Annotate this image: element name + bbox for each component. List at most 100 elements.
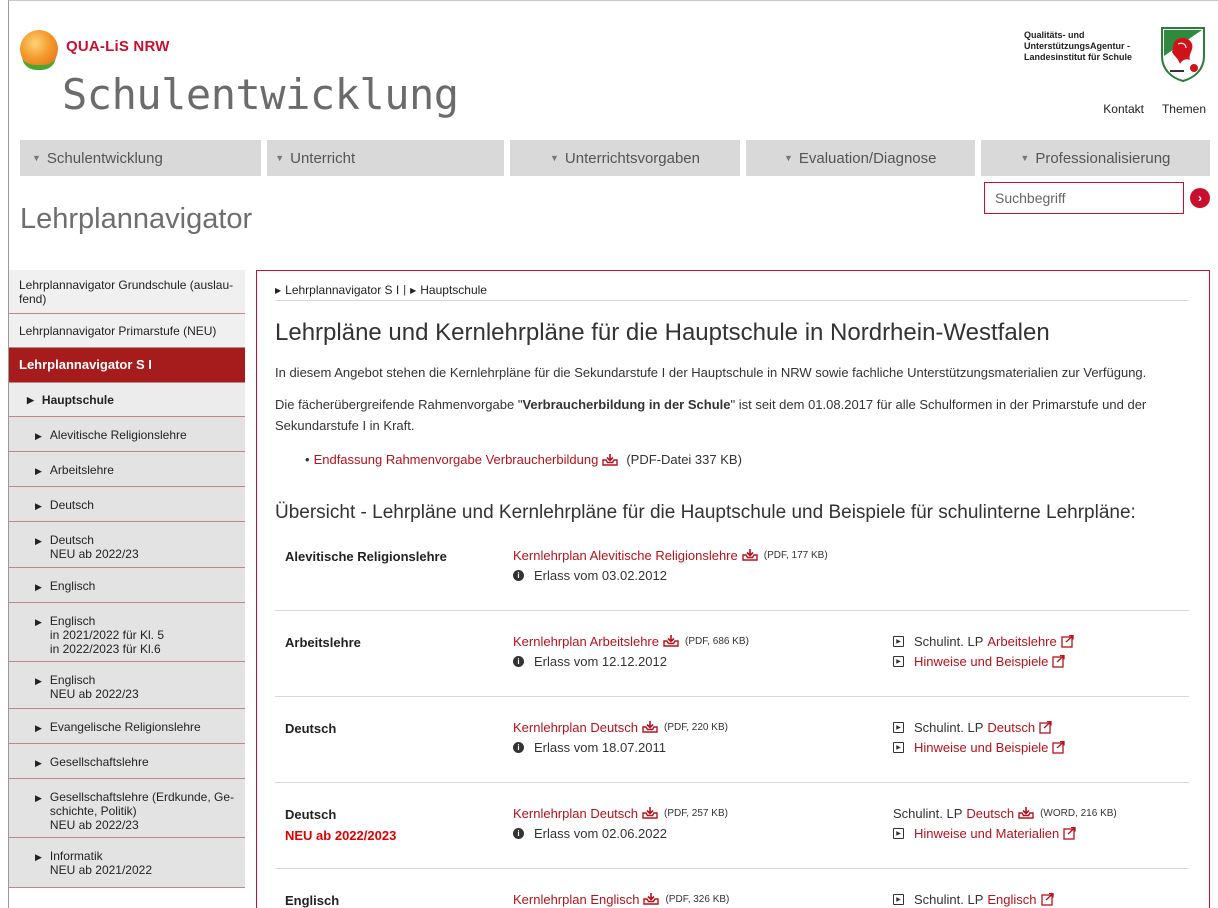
sidebar-item-arbeitslehre[interactable]: ▶ Arbeitslehre bbox=[9, 452, 245, 487]
schulint-cell: ▶ Schulint. LP Englisch bbox=[893, 889, 1054, 908]
nav-label: Unterrichtsvorgaben bbox=[564, 149, 700, 167]
kernlehrplan-link[interactable]: Kernlehrplan Deutsch bbox=[513, 720, 638, 735]
sidebar-item-englisch[interactable]: ▶ Englisch bbox=[9, 568, 245, 603]
sidebar-item-deutsch[interactable]: ▶ Deutsch bbox=[9, 487, 245, 522]
search-submit-icon[interactable]: › bbox=[1190, 188, 1210, 208]
schulint-link[interactable]: Englisch bbox=[987, 892, 1036, 907]
caret-right-icon: ▶ bbox=[35, 501, 42, 511]
sidebar-item-alevitische[interactable]: ▶ Alevitische Religionslehre bbox=[9, 417, 245, 452]
sidebar-item-label: Gesellschaftslehre bbox=[49, 755, 149, 769]
download-icon[interactable] bbox=[1018, 807, 1034, 819]
sidebar-item-lpn-s1[interactable]: Lehrplannavigator S I bbox=[9, 348, 245, 383]
breadcrumb-link[interactable]: Lehrplannavigator S I bbox=[285, 283, 399, 297]
sidebar-item-englisch-neu[interactable]: ▶ Englisch NEU ab 2022/23 bbox=[9, 662, 245, 709]
caret-right-icon: ▶ bbox=[27, 395, 34, 405]
plan-cell: Kernlehrplan Deutsch (PDF, 220 KB) i Erlas… bbox=[513, 717, 728, 757]
nav-evaluation[interactable]: ▼ Evaluation/Diagnose bbox=[745, 140, 975, 176]
schulint-link[interactable]: Deutsch bbox=[987, 720, 1035, 735]
nav-label: Professionalisierung bbox=[1035, 149, 1171, 167]
sidebar-item-label: Lehrplannavigator Primarstufe (NEU) bbox=[19, 323, 217, 338]
external-link-icon[interactable] bbox=[1052, 654, 1066, 668]
sidebar-item-primarstufe[interactable]: Lehrplannavigator Primarstufe (NEU) bbox=[9, 314, 245, 348]
sidebar-item-label: Arbeitslehre bbox=[49, 463, 114, 477]
sidebar-item-grundschule[interactable]: Lehrplannavigator Grundschule (auslau-fe… bbox=[9, 270, 245, 314]
nav-professionalisierung[interactable]: ▼ Professionalisierung bbox=[980, 140, 1211, 176]
sidebar-item-gesellschaftslehre-neu[interactable]: ▶ Gesellschaftslehre (Erdkunde, Ge-schich… bbox=[9, 779, 245, 838]
schulint-label: Schulint. LP bbox=[893, 805, 963, 821]
caret-right-icon: ▶ bbox=[35, 676, 42, 686]
breadcrumb: ▶ Lehrplannavigator S I | ▶ Hauptschule bbox=[275, 283, 487, 297]
file-meta: (PDF, 326 KB) bbox=[665, 893, 730, 905]
sidebar-item-evangelische[interactable]: ▶ Evangelische Religionslehre bbox=[9, 709, 245, 744]
file-meta: (PDF-Datei 337 KB) bbox=[626, 452, 742, 467]
sidebar-item-label: Lehrplannavigator S I bbox=[19, 357, 152, 372]
caret-down-icon: ▼ bbox=[783, 153, 793, 163]
breadcrumb-current: Hauptschule bbox=[420, 283, 487, 297]
brand-name: QUA-LiS NRW bbox=[66, 38, 170, 55]
agency-name: Qualitäts- und UnterstützungsAgentur - L… bbox=[1024, 30, 1154, 63]
download-icon[interactable] bbox=[663, 635, 679, 647]
kernlehrplan-link[interactable]: Kernlehrplan Englisch bbox=[513, 892, 639, 907]
hinweise-link[interactable]: Hinweise und Materialien bbox=[914, 826, 1059, 841]
search-box bbox=[984, 182, 1184, 214]
sidebar-item-label: Evangelische Religionslehre bbox=[49, 720, 201, 734]
sidebar-item-gesellschaftslehre[interactable]: ▶ Gesellschaftslehre bbox=[9, 744, 245, 779]
download-icon[interactable] bbox=[742, 549, 758, 561]
table-row: Deutsch Kernlehrplan Deutsch (PDF, 220 KB… bbox=[275, 697, 1189, 783]
file-meta: (PDF, 257 KB) bbox=[664, 807, 728, 819]
nav-label: Evaluation/Diagnose bbox=[798, 149, 937, 167]
sidebar-item-deutsch-neu[interactable]: ▶ Deutsch NEU ab 2022/23 bbox=[9, 522, 245, 568]
external-link-icon[interactable] bbox=[1052, 740, 1066, 754]
sidebar-item-hauptschule[interactable]: ▶ Hauptschule bbox=[9, 383, 245, 417]
nav-unterrichtsvorgaben[interactable]: ▼ Unterrichtsvorgaben bbox=[510, 140, 740, 176]
download-icon[interactable] bbox=[642, 721, 658, 733]
sidebar-item-informatik[interactable]: ▶ Informatik NEU ab 2021/2022 bbox=[9, 838, 245, 888]
kernlehrplan-link[interactable]: Kernlehrplan Alevitische Religionslehre bbox=[513, 548, 738, 563]
table-row: Arbeitslehre Kernlehrplan Arbeitslehre (P… bbox=[275, 611, 1189, 697]
nav-schulentwicklung[interactable]: ▼ Schulentwicklung bbox=[20, 140, 262, 176]
plan-cell: Kernlehrplan Alevitische Religionslehre (… bbox=[513, 545, 828, 585]
schulint-link[interactable]: Arbeitslehre bbox=[987, 634, 1056, 649]
nrw-crest-icon[interactable] bbox=[1160, 26, 1206, 82]
agency-line: UnterstützungsAgentur - bbox=[1024, 41, 1130, 51]
sidebar-item-label: NEU ab 2021/2022 bbox=[49, 863, 152, 877]
sidebar-item-label: Deutsch bbox=[49, 533, 94, 547]
download-icon[interactable] bbox=[642, 807, 658, 819]
play-box-icon: ▶ bbox=[893, 721, 904, 733]
caret-right-icon: ▶ bbox=[35, 582, 42, 592]
external-link-icon[interactable] bbox=[1063, 826, 1076, 840]
external-link-icon[interactable] bbox=[1039, 720, 1052, 734]
link-kontakt[interactable]: Kontakt bbox=[1103, 102, 1144, 116]
caret-down-icon: ▼ bbox=[550, 153, 559, 163]
page-heading: Lehrpläne und Kernlehrpläne für die Haup… bbox=[275, 319, 1050, 346]
hinweise-link[interactable]: Hinweise und Beispiele bbox=[914, 654, 1048, 669]
download-icon[interactable] bbox=[643, 893, 660, 905]
table-row: Alevitische Religionslehre Kernlehrplan … bbox=[275, 541, 1189, 611]
search-input[interactable] bbox=[985, 183, 1183, 213]
info-icon: i bbox=[513, 827, 524, 839]
subject-name: Arbeitslehre bbox=[285, 635, 361, 650]
nav-label: Unterricht bbox=[290, 149, 356, 167]
sidebar-item-label: fend) bbox=[19, 291, 47, 306]
sidebar-item-label: in 2022/2023 für Kl.6 bbox=[49, 642, 161, 656]
bullet-dot: • bbox=[305, 452, 310, 467]
download-link[interactable]: Endfassung Rahmenvorgabe Verbraucherbild… bbox=[314, 452, 599, 467]
link-themen[interactable]: Themen bbox=[1162, 102, 1206, 116]
plan-cell: Kernlehrplan Arbeitslehre (PDF, 686 KB) i… bbox=[513, 631, 749, 671]
download-icon[interactable] bbox=[602, 453, 619, 466]
site-title[interactable]: Schulentwicklung bbox=[62, 70, 459, 119]
caret-down-icon: ▼ bbox=[275, 153, 285, 163]
info-icon: i bbox=[513, 741, 524, 753]
neu-badge: NEU ab 2022/2023 bbox=[285, 828, 397, 843]
sidebar-item-englisch-kl5-6[interactable]: ▶ Englisch in 2021/2022 für Kl. 5 in 2022/2… bbox=[9, 603, 245, 662]
hinweise-link[interactable]: Hinweise und Beispiele bbox=[914, 740, 1048, 755]
kernlehrplan-link[interactable]: Kernlehrplan Deutsch bbox=[513, 806, 638, 821]
caret-right-icon: ▶ bbox=[35, 536, 42, 546]
kernlehrplan-link[interactable]: Kernlehrplan Arbeitslehre bbox=[513, 634, 659, 649]
schulint-label: Schulint. LP bbox=[914, 633, 984, 649]
external-link-icon[interactable] bbox=[1040, 892, 1054, 906]
schulint-link[interactable]: Deutsch bbox=[966, 806, 1014, 821]
caret-right-icon: ▶ bbox=[35, 723, 42, 733]
external-link-icon[interactable] bbox=[1061, 634, 1074, 648]
nav-unterricht[interactable]: ▼ Unterricht bbox=[267, 140, 505, 176]
